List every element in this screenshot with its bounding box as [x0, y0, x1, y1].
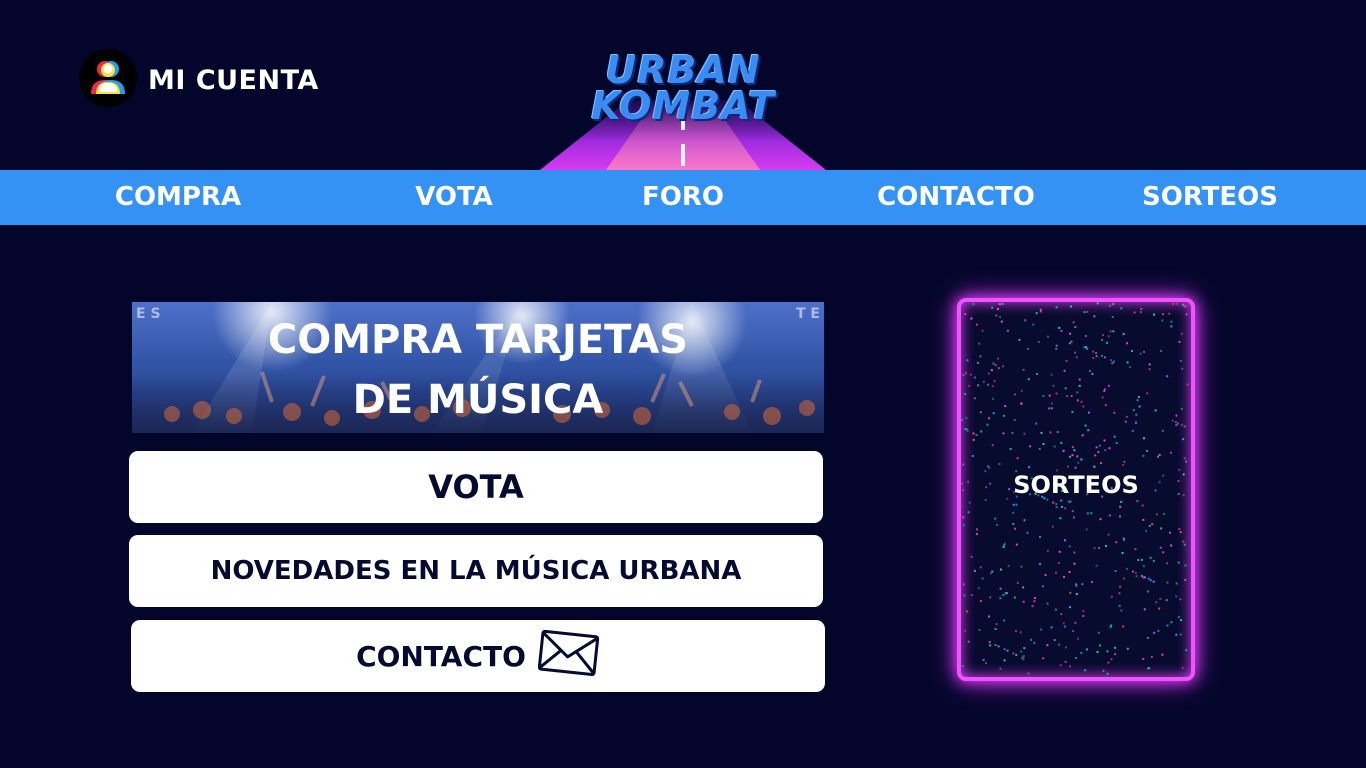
nav-item-vota[interactable]: VOTA: [415, 170, 493, 225]
logo-line-1: URBAN: [605, 48, 761, 92]
contact-button-label: CONTACTO: [356, 639, 526, 673]
main-navbar: COMPRA VOTA FORO CONTACTO SORTEOS: [0, 170, 1366, 225]
banner-title: COMPRA TARJETAS DE MÚSICA: [132, 310, 824, 430]
logo-line-2: KOMBAT: [591, 84, 775, 128]
banner-title-line-1: COMPRA TARJETAS: [267, 317, 689, 363]
sorteos-card[interactable]: SORTEOS: [957, 298, 1195, 681]
account-link[interactable]: MI CUENTA: [78, 48, 319, 112]
urban-music-news-button[interactable]: NOVEDADES EN LA MÚSICA URBANA: [129, 535, 823, 607]
nav-item-compra[interactable]: COMPRA: [115, 170, 241, 225]
envelope-icon: [537, 629, 600, 684]
buy-music-cards-banner[interactable]: E S T E COMPRA TARJETAS DE MÚSICA: [132, 302, 824, 433]
contact-button[interactable]: CONTACTO: [131, 620, 825, 692]
banner-title-line-2: DE MÚSICA: [352, 377, 604, 423]
urban-kombat-logo[interactable]: URBAN KOMBAT: [540, 40, 826, 170]
sorteos-card-label: SORTEOS: [1013, 471, 1139, 499]
account-label: MI CUENTA: [148, 64, 319, 96]
user-icon: [78, 48, 138, 112]
vote-button[interactable]: VOTA: [129, 451, 823, 523]
vote-button-label: VOTA: [428, 468, 524, 506]
news-button-label: NOVEDADES EN LA MÚSICA URBANA: [210, 556, 742, 586]
nav-item-sorteos[interactable]: SORTEOS: [1142, 170, 1278, 225]
nav-item-contacto[interactable]: CONTACTO: [877, 170, 1035, 225]
nav-item-foro[interactable]: FORO: [642, 170, 724, 225]
logo-text: URBAN KOMBAT: [540, 48, 826, 128]
